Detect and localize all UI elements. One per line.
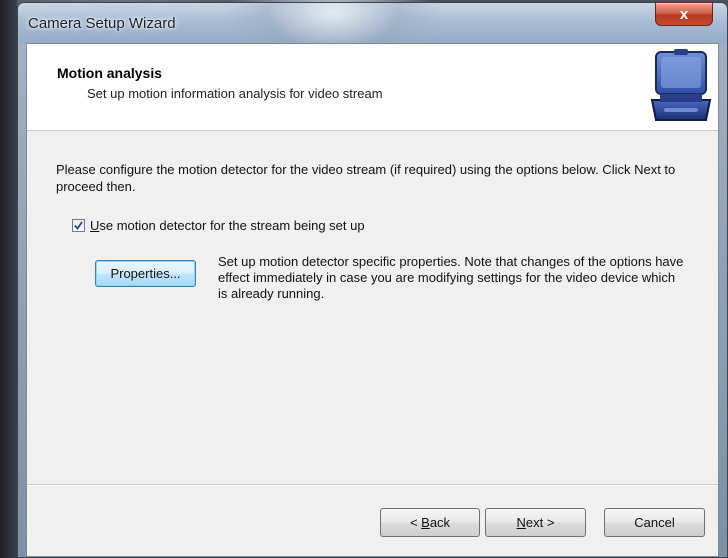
page-subtitle: Set up motion information analysis for v… bbox=[87, 86, 383, 101]
checkmark-icon bbox=[74, 220, 83, 230]
back-button-label: < Back bbox=[409, 515, 451, 530]
properties-button[interactable]: Properties... bbox=[95, 260, 196, 287]
footer-divider bbox=[27, 484, 718, 486]
camera-case-icon bbox=[650, 49, 712, 121]
wizard-header: Motion analysis Set up motion informatio… bbox=[27, 44, 718, 131]
close-button[interactable]: x bbox=[655, 2, 713, 26]
next-button-label: Next > bbox=[516, 515, 555, 530]
title-bar[interactable]: Camera Setup Wizard x bbox=[18, 2, 727, 43]
wizard-window: Camera Setup Wizard x Motion analysis Se… bbox=[17, 2, 728, 558]
next-button[interactable]: Next > bbox=[485, 508, 586, 537]
properties-button-label: Properties... bbox=[110, 266, 181, 281]
window-title: Camera Setup Wizard bbox=[28, 15, 176, 32]
instructions-text: Please configure the motion detector for… bbox=[56, 162, 676, 194]
use-motion-detector-checkbox[interactable]: Use motion detector for the stream being… bbox=[72, 216, 365, 234]
page-title: Motion analysis bbox=[57, 65, 163, 81]
screen-edge bbox=[0, 0, 17, 558]
close-icon: x bbox=[679, 5, 689, 23]
properties-description: Set up motion detector specific properti… bbox=[218, 254, 684, 301]
cancel-button-label: Cancel bbox=[634, 515, 675, 530]
back-button[interactable]: < Back bbox=[380, 508, 480, 537]
checkbox-box[interactable] bbox=[72, 218, 85, 232]
wizard-client-area: Motion analysis Set up motion informatio… bbox=[26, 43, 719, 557]
checkbox-label: Use motion detector for the stream being… bbox=[90, 217, 365, 233]
cancel-button[interactable]: Cancel bbox=[604, 508, 705, 537]
